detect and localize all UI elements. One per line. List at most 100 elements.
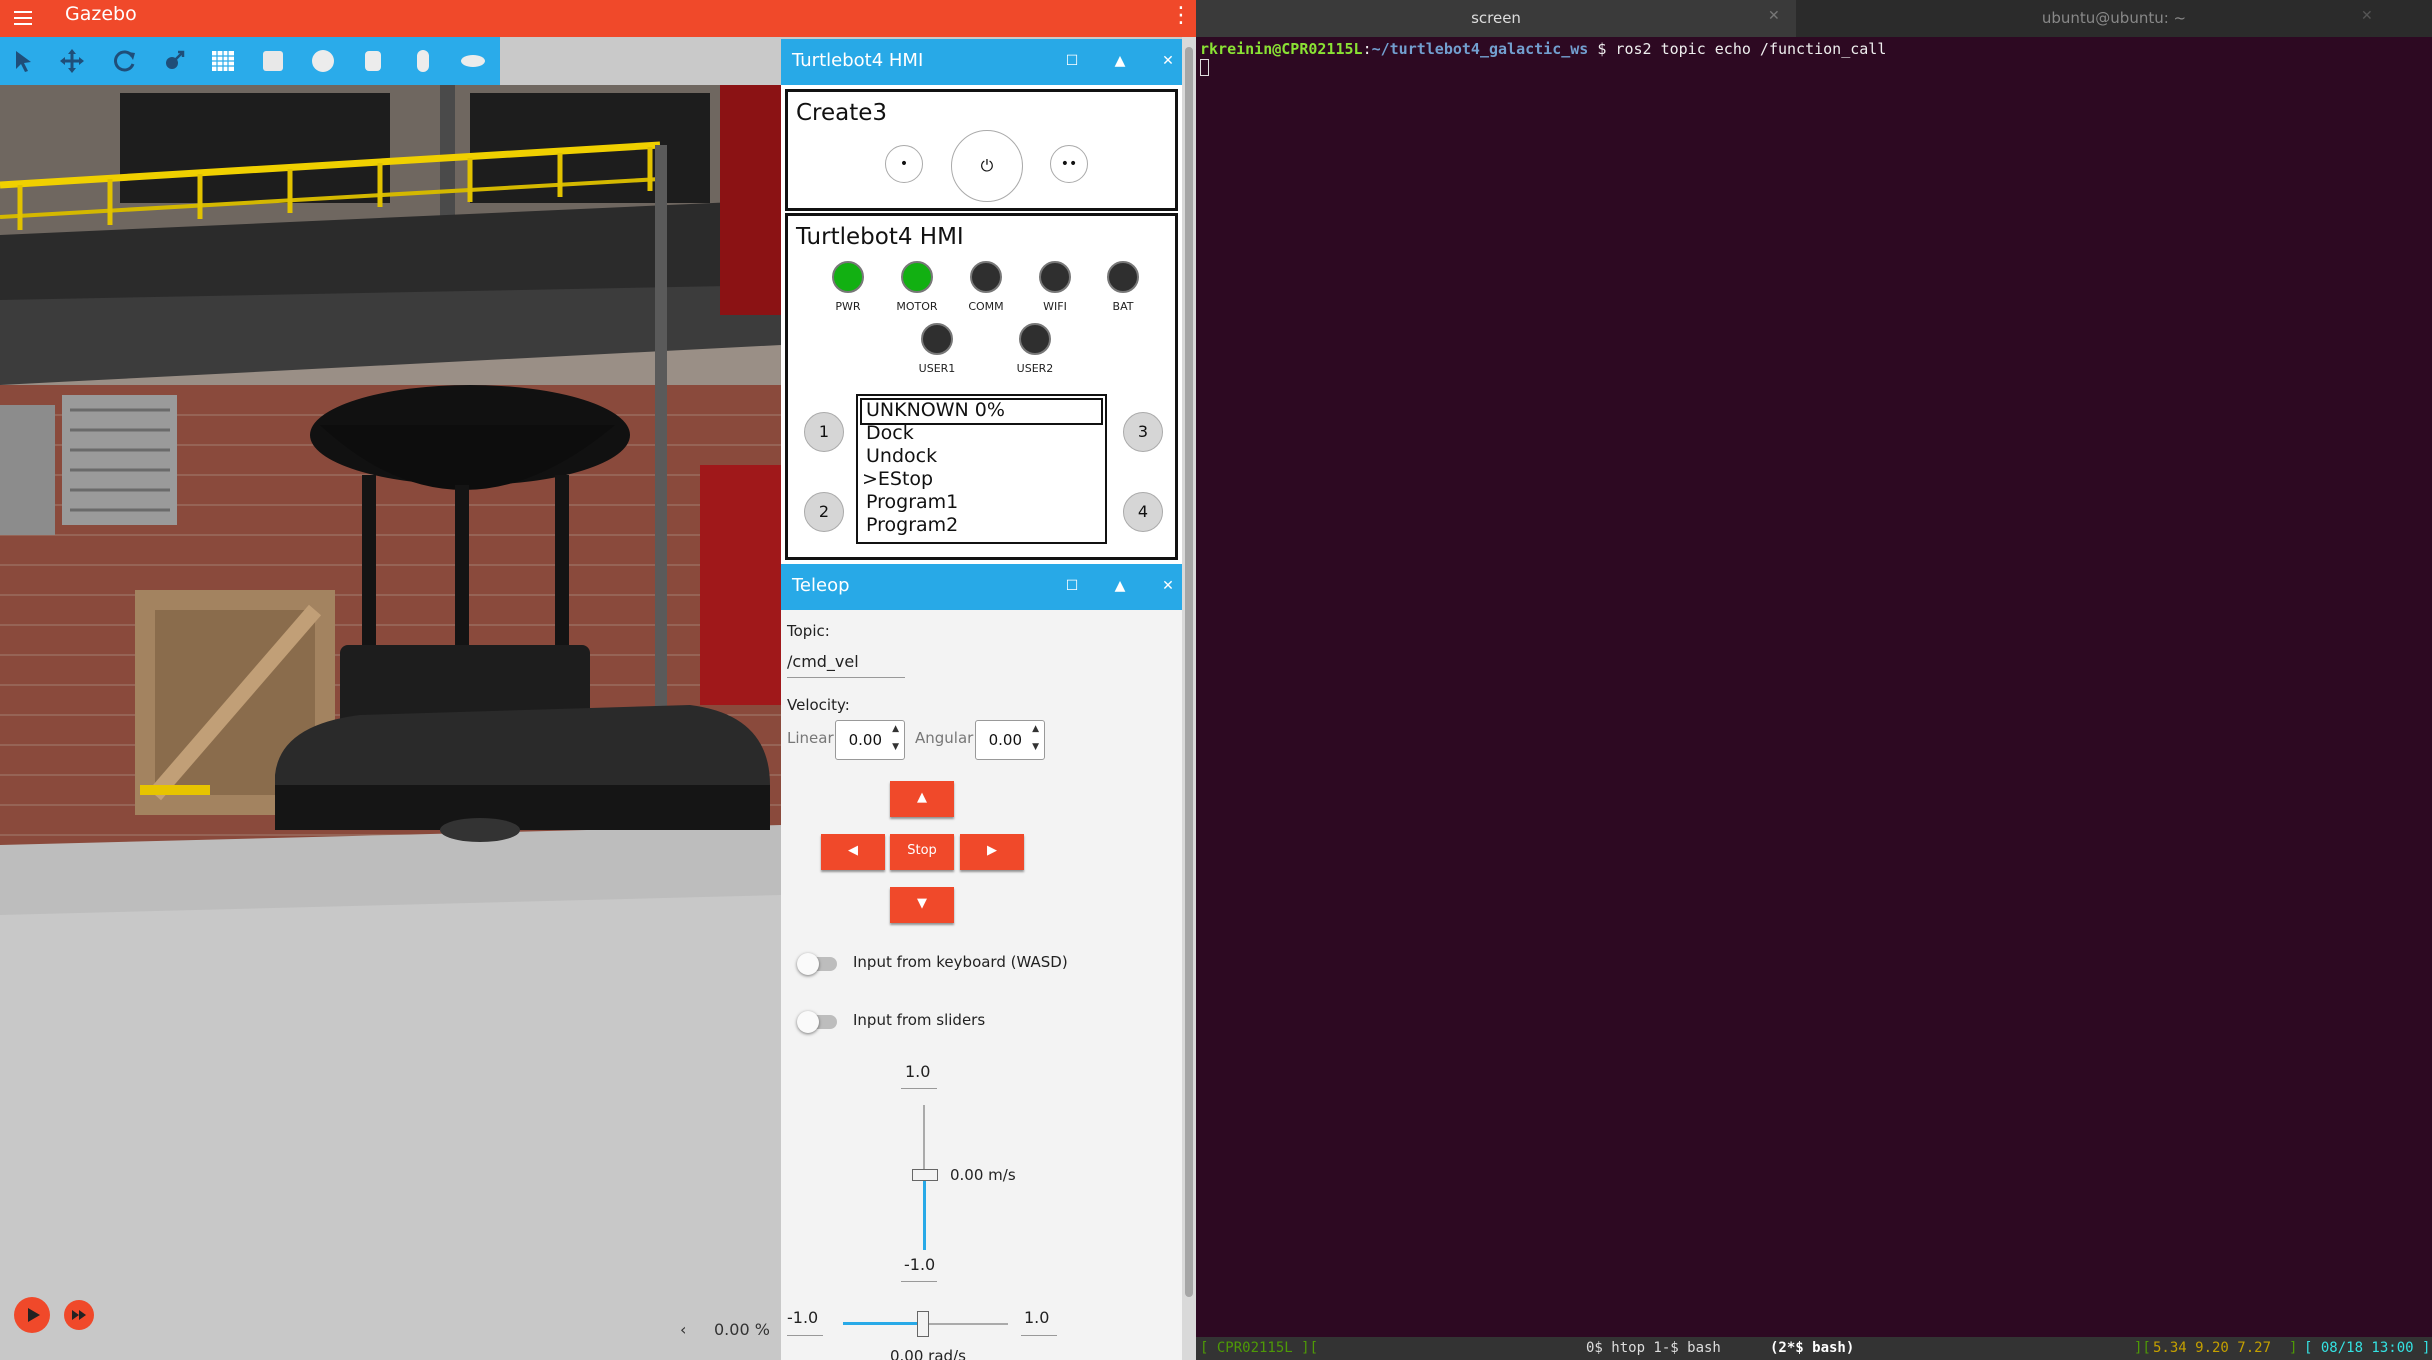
scrollbar-thumb[interactable] xyxy=(1185,47,1193,1297)
slider-input-toggle[interactable] xyxy=(797,1011,837,1033)
led-motor xyxy=(901,261,933,293)
stats-expand-chevron-icon[interactable]: ‹ xyxy=(680,1320,686,1339)
led-wifi xyxy=(1039,261,1071,293)
capsule-shape-icon[interactable] xyxy=(408,46,438,76)
tab-ubuntu[interactable]: ubuntu@ubuntu: ~ xyxy=(1796,0,2432,37)
vertical-slider-min-underline xyxy=(901,1281,937,1282)
display-line-dock: Dock xyxy=(866,422,914,444)
prompt-path: ~/turtlebot4_galactic_ws xyxy=(1371,40,1589,58)
stop-button[interactable]: Stop xyxy=(890,834,954,870)
play-button[interactable] xyxy=(14,1297,50,1333)
hmi-panel-header: Turtlebot4 HMI ☐ ▲ ✕ xyxy=(781,39,1182,85)
angular-velocity-spinbox[interactable]: 0.00 ▲ ▼ xyxy=(975,720,1045,760)
create3-power-button[interactable]: ⏻ xyxy=(951,130,1023,202)
hmi-button-4[interactable]: 4 xyxy=(1123,492,1163,532)
topic-label: Topic: xyxy=(787,622,830,640)
display-line-status: UNKNOWN 0% xyxy=(866,399,1005,421)
linear-velocity-value: 0.00 xyxy=(848,731,882,749)
close-icon[interactable]: ✕ xyxy=(1157,49,1179,73)
status-windows: 0$ htop 1-$ bash xyxy=(1586,1340,1721,1356)
status-load-close: ] xyxy=(2289,1340,2298,1356)
forward-button[interactable]: ▲ xyxy=(890,781,954,817)
led-user2 xyxy=(1019,323,1051,355)
gazebo-3d-viewport[interactable] xyxy=(0,85,781,1360)
status-active-window: (2*$ bash) xyxy=(1770,1340,1855,1356)
teleop-panel-title: Teleop xyxy=(792,575,850,596)
create3-button-1[interactable]: • xyxy=(885,145,923,183)
terminal-prompt-line: rkreinin@CPR02115L:~/turtlebot4_galactic… xyxy=(1200,40,1886,58)
led-label-user2: USER2 xyxy=(1016,362,1054,375)
create3-button-2[interactable]: •• xyxy=(1050,145,1088,183)
teleop-panel-body: Topic: /cmd_vel Velocity: Linear 0.00 ▲ … xyxy=(781,610,1182,1360)
kebab-menu-icon[interactable]: ⋮ xyxy=(1170,2,1192,32)
slider-input-label: Input from sliders xyxy=(853,1011,986,1029)
rotate-tool-icon[interactable] xyxy=(109,46,139,76)
spin-up-icon[interactable]: ▲ xyxy=(1032,724,1039,734)
display-line-undock: Undock xyxy=(866,445,938,467)
hmi-button-1[interactable]: 1 xyxy=(804,412,844,452)
led-label-comm: COMM xyxy=(968,300,1004,313)
display-line-program2: Program2 xyxy=(866,514,959,536)
spin-up-icon[interactable]: ▲ xyxy=(892,724,899,734)
collapse-icon[interactable]: ▲ xyxy=(1109,49,1131,73)
maximize-icon[interactable]: ☐ xyxy=(1061,49,1083,73)
hmi-menu-display: UNKNOWN 0% Dock Undock >EStop Program1 P… xyxy=(856,394,1107,544)
hmi-panel-body: Create3 • ⏻ •• Turtlebot4 HMI PWR MOTOR … xyxy=(781,85,1182,564)
scale-tool-icon[interactable] xyxy=(159,46,189,76)
spin-down-icon[interactable]: ▼ xyxy=(1032,742,1039,752)
prompt-command: $ ros2 topic echo /function_call xyxy=(1588,40,1887,58)
hmi-title: Turtlebot4 HMI xyxy=(796,224,964,250)
led-label-bat: BAT xyxy=(1112,300,1134,313)
linear-label: Linear xyxy=(787,729,834,747)
spin-down-icon[interactable]: ▼ xyxy=(892,742,899,752)
vertical-slider-value: 0.00 m/s xyxy=(950,1166,1016,1184)
horizontal-slider-max: 1.0 xyxy=(1024,1308,1050,1327)
translate-tool-icon[interactable] xyxy=(57,46,87,76)
topic-input[interactable]: /cmd_vel xyxy=(787,652,859,671)
collapse-icon[interactable]: ▲ xyxy=(1109,574,1131,598)
gazebo-toolbar xyxy=(0,37,500,85)
led-pwr xyxy=(832,261,864,293)
horizontal-slider-track-rest xyxy=(923,1323,1008,1325)
terminal-tab-bar: screen ✕ ubuntu@ubuntu: ~ ✕ xyxy=(1196,0,2432,37)
vertical-slider-handle[interactable] xyxy=(912,1169,938,1181)
box-shape-icon[interactable] xyxy=(258,46,288,76)
led-label-pwr: PWR xyxy=(835,300,861,313)
close-tab-icon[interactable]: ✕ xyxy=(2361,8,2373,24)
grid-icon[interactable] xyxy=(208,46,238,76)
cylinder-shape-icon[interactable] xyxy=(358,46,388,76)
select-tool-icon[interactable] xyxy=(9,46,39,76)
panel-scrollbar[interactable] xyxy=(1182,37,1196,1360)
close-tab-icon[interactable]: ✕ xyxy=(1768,8,1780,24)
angular-label: Angular xyxy=(915,729,974,747)
horizontal-slider-handle[interactable] xyxy=(917,1311,929,1337)
gazebo-title-bar: Gazebo ⋮ xyxy=(0,0,1196,37)
step-forward-button[interactable] xyxy=(64,1300,94,1330)
close-icon[interactable]: ✕ xyxy=(1157,574,1179,598)
led-label-wifi: WIFI xyxy=(1043,300,1067,313)
turn-right-button[interactable]: ▶ xyxy=(960,834,1024,870)
vertical-slider-track-top xyxy=(923,1105,925,1175)
hamburger-menu-icon[interactable] xyxy=(10,0,36,37)
tab-screen[interactable]: screen xyxy=(1196,0,1796,37)
topic-input-underline xyxy=(787,677,905,678)
sphere-shape-icon[interactable] xyxy=(308,46,338,76)
horizontal-slider-value: 0.00 rad/s xyxy=(890,1347,966,1360)
linear-velocity-spinbox[interactable]: 0.00 ▲ ▼ xyxy=(835,720,905,760)
hmi-button-2[interactable]: 2 xyxy=(804,492,844,532)
horizontal-slider-max-underline xyxy=(1021,1335,1057,1336)
horizontal-slider-track-fill xyxy=(843,1322,923,1325)
hmi-button-3[interactable]: 3 xyxy=(1123,412,1163,452)
horizontal-slider-min-underline xyxy=(787,1335,823,1336)
create3-title: Create3 xyxy=(796,100,888,126)
maximize-icon[interactable]: ☐ xyxy=(1061,574,1083,598)
led-label-user1: USER1 xyxy=(918,362,956,375)
terminal-area[interactable]: rkreinin@CPR02115L:~/turtlebot4_galactic… xyxy=(1196,37,2432,1337)
backward-button[interactable]: ▼ xyxy=(890,887,954,923)
hmi-panel-title: Turtlebot4 HMI xyxy=(792,50,924,71)
display-line-program1: Program1 xyxy=(866,491,959,513)
ellipsoid-shape-icon[interactable] xyxy=(458,46,488,76)
keyboard-input-toggle[interactable] xyxy=(797,953,837,975)
create3-section: Create3 • ⏻ •• xyxy=(785,89,1178,211)
turn-left-button[interactable]: ◀ xyxy=(821,834,885,870)
